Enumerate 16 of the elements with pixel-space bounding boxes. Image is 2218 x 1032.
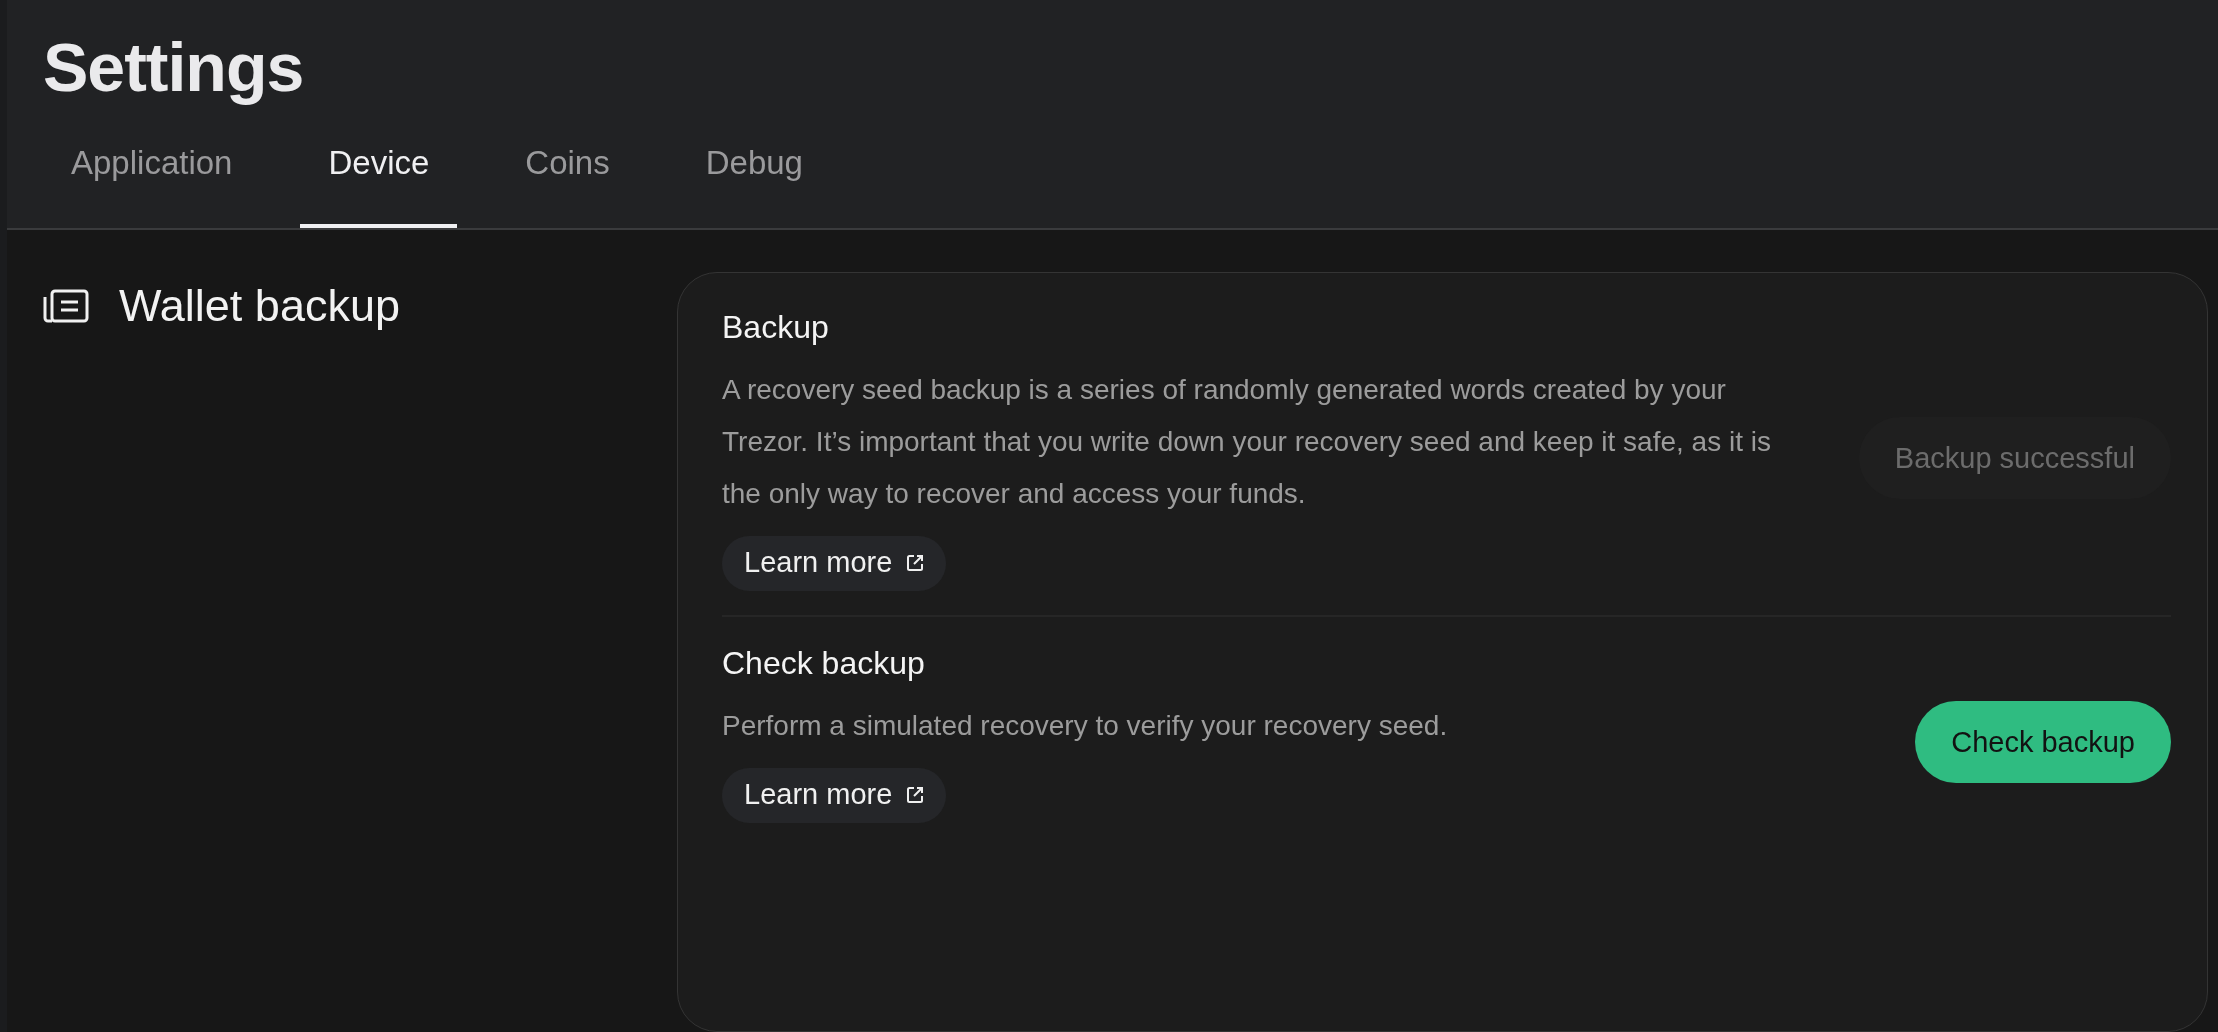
page-title: Settings bbox=[43, 28, 305, 106]
learn-more-link[interactable]: Learn more bbox=[722, 536, 947, 591]
setting-description: Perform a simulated recovery to verify your recovery seed. bbox=[722, 709, 1448, 743]
setting-title: Backup bbox=[722, 309, 829, 346]
learn-more-link[interactable]: Learn more bbox=[722, 768, 947, 823]
setting-title: Check backup bbox=[722, 645, 925, 682]
external-link-icon bbox=[906, 553, 925, 572]
document-icon bbox=[43, 289, 89, 323]
action-button[interactable]: Check backup bbox=[1915, 701, 2171, 783]
tab[interactable]: Application bbox=[43, 144, 261, 228]
section-title: Wallet backup bbox=[119, 280, 400, 332]
setting-description: A recovery seed backup is a series of randomly generated words created by your Trezor. It’s important that you write down your recovery seed and keep it safe, as it is the only way to recover and access your funds. bbox=[722, 373, 1772, 511]
tab[interactable]: Device bbox=[300, 144, 458, 228]
tab[interactable]: Coins bbox=[497, 144, 638, 228]
external-link-icon bbox=[906, 785, 925, 804]
tab[interactable]: Debug bbox=[677, 144, 831, 228]
